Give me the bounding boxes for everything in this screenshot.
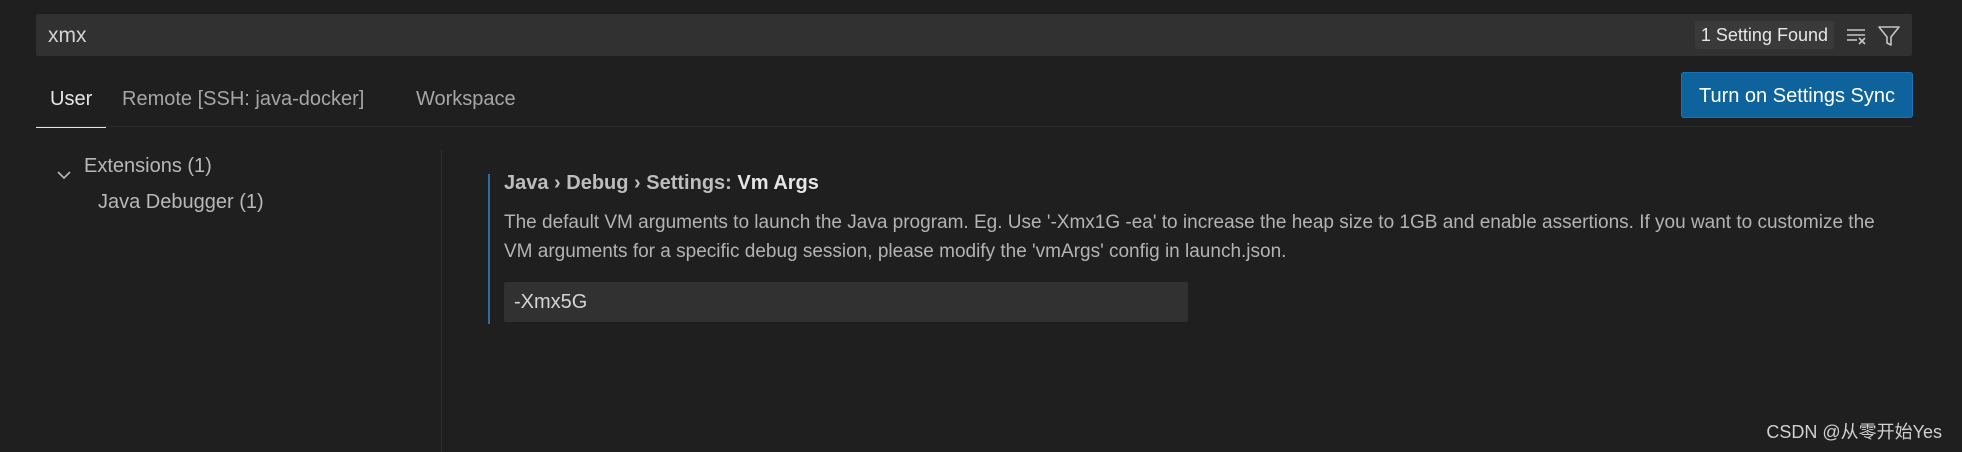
setting-focus-indicator xyxy=(488,174,490,324)
setting-item-vm-args: Java › Debug › Settings: Vm Args The def… xyxy=(488,168,1908,324)
settings-table-of-contents: Extensions (1) Java Debugger (1) xyxy=(36,148,436,220)
setting-category: Java › Debug › Settings: xyxy=(504,172,738,194)
panel-divider xyxy=(441,150,442,452)
watermark: CSDN @从零开始Yes xyxy=(1766,422,1942,442)
settings-search-input[interactable] xyxy=(36,14,1650,58)
toc-item-label: Java Debugger (1) xyxy=(98,191,264,213)
tab-workspace[interactable]: Workspace xyxy=(416,78,516,126)
filter-icon[interactable] xyxy=(1876,23,1902,49)
tab-user[interactable]: User xyxy=(36,78,107,128)
tab-remote-ssh[interactable]: Remote [SSH: java-docker] xyxy=(122,78,364,126)
setting-description: The default VM arguments to launch the J… xyxy=(504,212,1875,262)
turn-on-settings-sync-button[interactable]: Turn on Settings Sync xyxy=(1681,72,1913,118)
settings-search-bar: 1 Setting Found xyxy=(36,14,1912,58)
tabs-divider xyxy=(36,126,1912,127)
setting-title: Java › Debug › Settings: Vm Args xyxy=(504,172,819,195)
vm-args-input[interactable] xyxy=(504,282,1188,322)
clear-filter-icon[interactable] xyxy=(1844,23,1870,49)
toc-item-java-debugger[interactable]: Java Debugger (1) xyxy=(36,184,436,220)
toc-item-label: Extensions (1) xyxy=(84,155,212,177)
setting-name: Vm Args xyxy=(737,172,819,194)
chevron-down-icon xyxy=(56,159,72,180)
toc-item-extensions[interactable]: Extensions (1) xyxy=(36,148,436,184)
results-count-badge: 1 Setting Found xyxy=(1694,21,1834,49)
